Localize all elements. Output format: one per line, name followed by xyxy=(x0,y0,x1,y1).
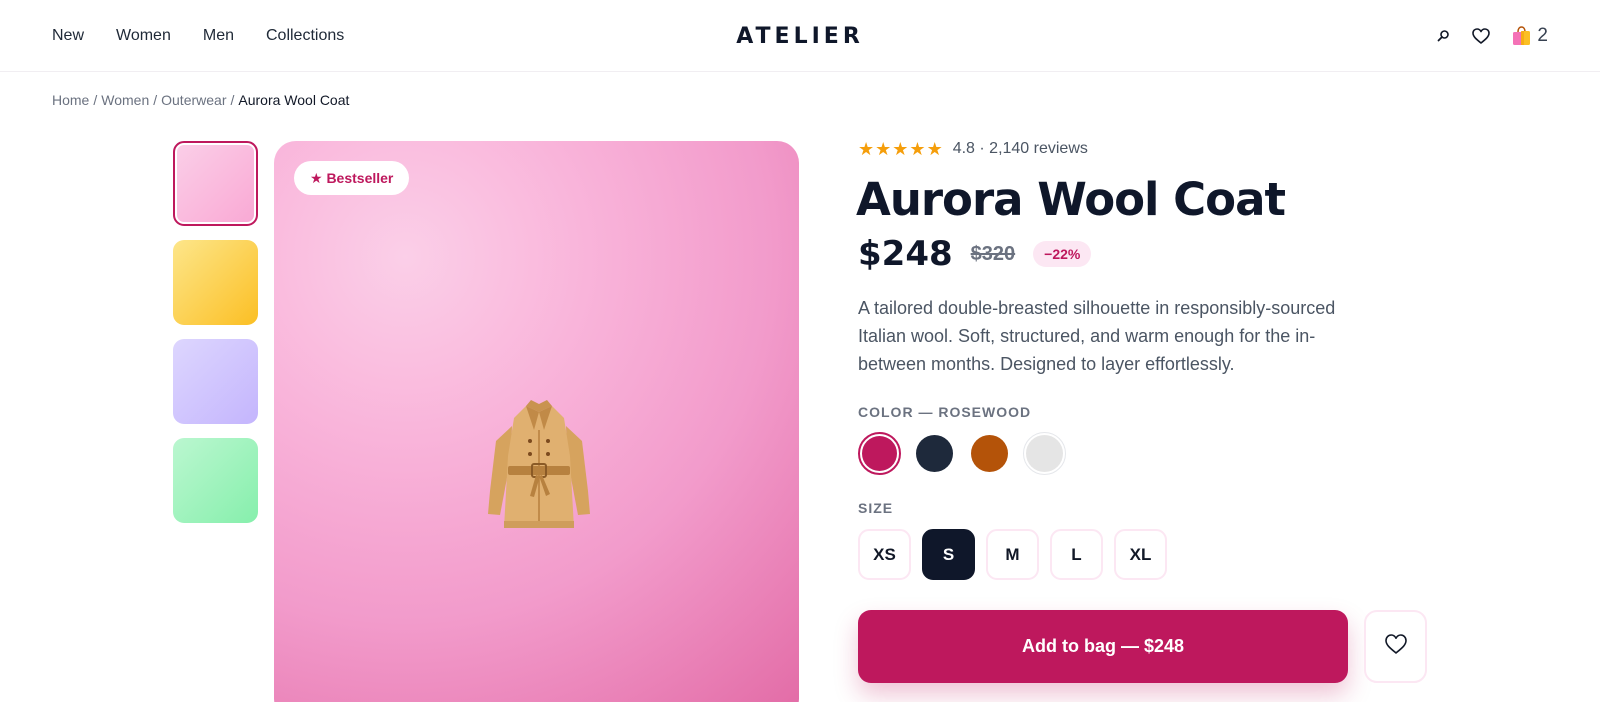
size-option-m[interactable]: M xyxy=(986,529,1039,580)
breadcrumb-women[interactable]: Women xyxy=(101,92,149,108)
size-selector: XS S M L XL xyxy=(858,529,1167,580)
color-swatch-rust[interactable] xyxy=(968,432,1011,475)
star-icon: ★ xyxy=(858,139,875,159)
nav-women[interactable]: Women xyxy=(116,27,171,45)
price-row: $248 $320 −22% xyxy=(858,234,1092,274)
heart-icon[interactable] xyxy=(1472,28,1491,44)
breadcrumb-current: Aurora Wool Coat xyxy=(238,92,350,108)
star-icon: ★ xyxy=(909,139,926,159)
main-nav: New Women Men Collections xyxy=(52,0,344,72)
product-description: A tailored double-breasted silhouette in… xyxy=(858,298,1336,374)
thumbnail-green[interactable] xyxy=(173,438,258,523)
original-price: $320 xyxy=(970,242,1016,265)
breadcrumb-separator: / xyxy=(230,92,235,108)
product-title: Aurora Wool Coat xyxy=(856,173,1286,226)
nav-new[interactable]: New xyxy=(52,27,84,45)
thumbnail-list xyxy=(173,141,258,523)
shopping-bag-icon xyxy=(1512,26,1531,46)
bestseller-badge-label: ★ Bestseller xyxy=(310,169,394,186)
cart-button[interactable]: 2 xyxy=(1512,25,1548,47)
breadcrumb-separator: / xyxy=(93,92,98,108)
size-option-s[interactable]: S xyxy=(922,529,975,580)
bestseller-badge: ★ Bestseller xyxy=(294,161,410,195)
size-option-xs[interactable]: XS xyxy=(858,529,911,580)
star-icon: ★ xyxy=(875,139,892,159)
coat-icon xyxy=(484,396,594,531)
nav-collections[interactable]: Collections xyxy=(266,27,344,45)
rating-text: 4.8 · 2,140 reviews xyxy=(952,140,1088,157)
star-icon: ★ xyxy=(926,139,943,159)
nav-men[interactable]: Men xyxy=(203,27,234,45)
size-label: SIZE xyxy=(858,500,894,516)
breadcrumb-home[interactable]: Home xyxy=(52,92,89,108)
discount-badge: −22% xyxy=(1033,241,1092,267)
breadcrumb: Home / Women / Outerwear / Aurora Wool C… xyxy=(52,92,349,108)
wishlist-button[interactable] xyxy=(1364,610,1427,683)
breadcrumb-outerwear[interactable]: Outerwear xyxy=(161,92,226,108)
color-swatches xyxy=(858,432,1066,475)
heart-icon xyxy=(1384,634,1407,659)
product-image[interactable]: ★ Bestseller xyxy=(274,141,799,702)
swatch-fill xyxy=(916,435,953,472)
cart-count: 2 xyxy=(1537,25,1548,46)
swatch-fill xyxy=(971,435,1008,472)
thumbnail-yellow[interactable] xyxy=(173,240,258,325)
thumbnail-pink[interactable] xyxy=(173,141,258,226)
current-price: $248 xyxy=(858,234,953,274)
site-header: New Women Men Collections ATELIER 2 xyxy=(0,0,1600,72)
rating[interactable]: ★ ★ ★ ★ ★ 4.8 · 2,140 reviews xyxy=(858,140,1088,158)
thumbnail-lilac[interactable] xyxy=(173,339,258,424)
add-to-bag-button[interactable]: Add to bag — $248 xyxy=(858,610,1348,683)
color-label: COLOR — ROSEWOOD xyxy=(858,404,1032,420)
color-swatch-navy[interactable] xyxy=(913,432,956,475)
logo-text[interactable]: ATELIER xyxy=(736,24,864,49)
swatch-fill xyxy=(862,436,897,471)
size-option-l[interactable]: L xyxy=(1050,529,1103,580)
header-actions: 2 xyxy=(1436,0,1548,72)
rating-stars: ★ ★ ★ ★ ★ xyxy=(858,140,943,158)
breadcrumb-separator: / xyxy=(153,92,158,108)
color-swatch-rosewood[interactable] xyxy=(858,432,901,475)
size-option-xl[interactable]: XL xyxy=(1114,529,1167,580)
swatch-fill xyxy=(1026,435,1063,472)
star-icon: ★ xyxy=(892,139,909,159)
color-swatch-light-grey[interactable] xyxy=(1023,432,1066,475)
search-icon[interactable] xyxy=(1436,29,1450,43)
